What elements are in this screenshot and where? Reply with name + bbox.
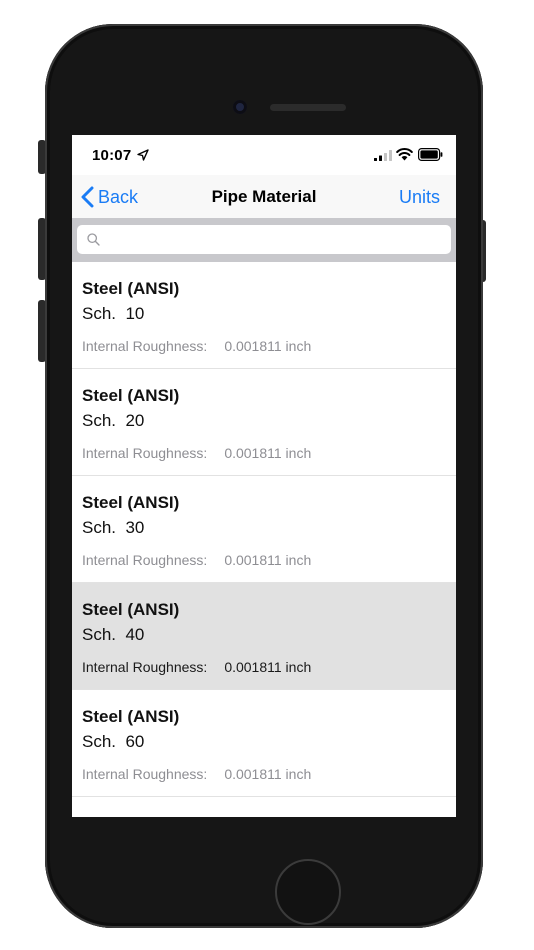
home-button: [275, 859, 341, 925]
search-icon: [87, 233, 100, 246]
list-item[interactable]: Steel (ANSI) Sch. 30 Internal Roughness:…: [72, 476, 456, 583]
list-item[interactable]: Steel (ANSI) Sch. 10 Internal Roughness:…: [72, 262, 456, 369]
list-item[interactable]: Steel (ANSI) Sch. 40 Internal Roughness:…: [72, 583, 456, 690]
roughness-value: 0.001811 inch: [224, 338, 312, 354]
front-camera: [233, 100, 247, 114]
earpiece-speaker: [270, 104, 346, 111]
search-input[interactable]: [107, 225, 443, 254]
material-name: Steel (ANSI): [82, 707, 180, 726]
material-schedule: Sch. 40: [82, 625, 145, 644]
roughness-label: Internal Roughness:: [82, 445, 208, 461]
roughness-value: 0.001811 inch: [224, 445, 312, 461]
wifi-icon: [396, 148, 413, 161]
material-schedule: Sch. 10: [82, 304, 145, 323]
roughness-value: 0.001811 inch: [224, 552, 312, 568]
app-screen: 10:07 Back Pipe Material Units Steel (AN…: [72, 135, 456, 817]
list-item[interactable]: Steel (ANSI) Sch. 60 Internal Roughness:…: [72, 690, 456, 797]
roughness-label: Internal Roughness:: [82, 659, 208, 675]
navigation-bar: Back Pipe Material Units: [72, 175, 456, 218]
material-schedule: Sch. 30: [82, 518, 145, 537]
roughness-detail: Internal Roughness: 0.001811 inch: [82, 338, 311, 354]
battery-icon: [418, 148, 443, 161]
material-name: Steel (ANSI): [82, 386, 180, 405]
status-bar: 10:07: [72, 135, 456, 175]
material-name: Steel (ANSI): [82, 279, 180, 298]
material-name: Steel (ANSI): [82, 493, 180, 512]
status-time: 10:07: [92, 147, 132, 164]
material-schedule: Sch. 60: [82, 732, 145, 751]
roughness-detail: Internal Roughness: 0.001811 inch: [82, 659, 311, 675]
roughness-label: Internal Roughness:: [82, 338, 208, 354]
units-button[interactable]: Units: [399, 187, 440, 208]
roughness-label: Internal Roughness:: [82, 552, 208, 568]
roughness-value: 0.001811 inch: [224, 766, 312, 782]
roughness-detail: Internal Roughness: 0.001811 inch: [82, 766, 311, 782]
material-schedule: Sch. 20: [82, 411, 145, 430]
search-bar: [72, 218, 456, 262]
roughness-detail: Internal Roughness: 0.001811 inch: [82, 445, 311, 461]
search-field[interactable]: [77, 225, 451, 254]
roughness-label: Internal Roughness:: [82, 766, 208, 782]
material-list: Steel (ANSI) Sch. 10 Internal Roughness:…: [72, 262, 456, 797]
list-item[interactable]: Steel (ANSI) Sch. 20 Internal Roughness:…: [72, 369, 456, 476]
roughness-detail: Internal Roughness: 0.001811 inch: [82, 552, 311, 568]
location-arrow-icon: [137, 149, 149, 161]
roughness-value: 0.001811 inch: [224, 659, 312, 675]
material-name: Steel (ANSI): [82, 600, 180, 619]
cellular-signal-icon: [374, 150, 392, 161]
